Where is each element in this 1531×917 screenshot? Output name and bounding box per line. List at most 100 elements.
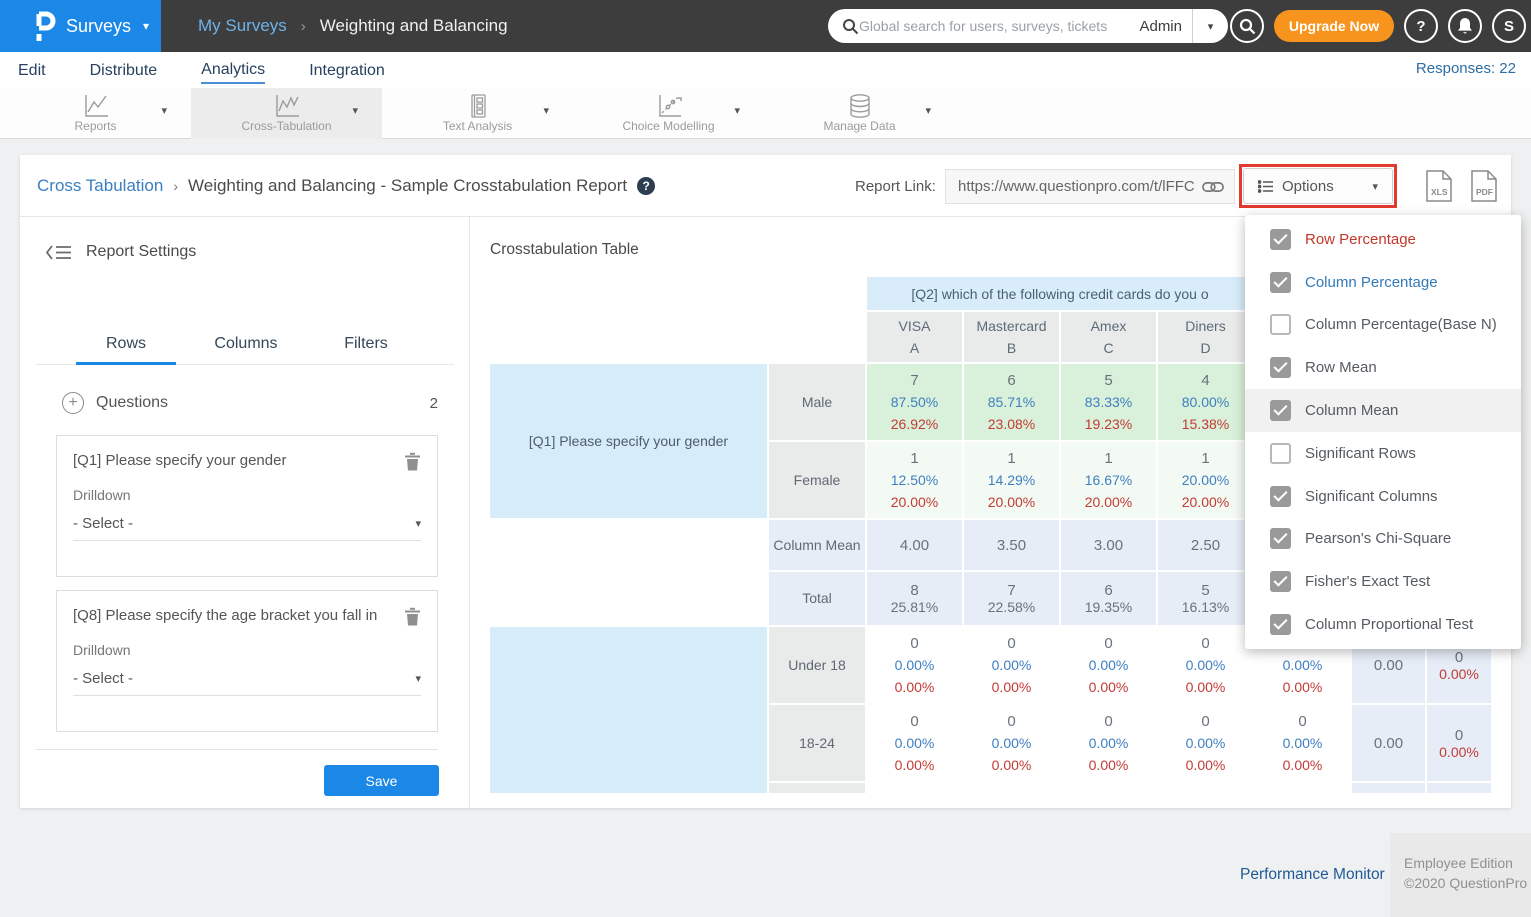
checkbox-checked-icon[interactable] — [1270, 486, 1291, 507]
upgrade-now-button[interactable]: Upgrade Now — [1274, 10, 1394, 42]
avatar[interactable]: S — [1492, 9, 1526, 43]
row-label: Male — [769, 364, 865, 440]
export-xls-button[interactable]: XLS — [1425, 170, 1453, 202]
add-question-button[interactable]: + — [62, 392, 84, 414]
report-settings-title: Report Settings — [86, 243, 196, 261]
report-url[interactable]: https://www.questionpro.com/t/lFFCZg — [958, 178, 1194, 195]
delete-question-icon[interactable] — [404, 607, 421, 626]
checkbox-checked-icon[interactable] — [1270, 571, 1291, 592]
toolbar-item-manage-data[interactable]: ▾ Manage Data — [764, 88, 955, 139]
save-button[interactable]: Save — [324, 765, 439, 796]
svg-text:XLS: XLS — [1431, 187, 1448, 197]
trend-chart-icon — [655, 93, 683, 119]
options-dropdown-menu: Row Percentage Column Percentage Column … — [1245, 215, 1521, 649]
export-pdf-button[interactable]: PDF — [1470, 170, 1498, 202]
checkbox-checked-icon[interactable] — [1270, 357, 1291, 378]
checkbox-unchecked-icon[interactable] — [1270, 314, 1291, 335]
performance-monitor-link[interactable]: Performance Monitor — [1240, 866, 1385, 884]
copyright-label: ©2020 QuestionPro — [1404, 873, 1531, 893]
product-label: Surveys — [66, 16, 131, 37]
option-column-mean[interactable]: Column Mean — [1245, 389, 1521, 432]
breadcrumb-current-survey: Weighting and Balancing — [320, 16, 508, 36]
option-column-percentage[interactable]: Column Percentage — [1245, 261, 1521, 304]
question-title: [Q8] Please specify the age bracket you … — [73, 607, 404, 624]
drilldown-select[interactable]: - Select - ▾ — [73, 515, 421, 541]
checkbox-unchecked-icon[interactable] — [1270, 443, 1291, 464]
drilldown-label: Drilldown — [73, 487, 421, 503]
column-header-visa: VISAA — [867, 312, 962, 362]
search-submit-button[interactable] — [1230, 9, 1264, 43]
row-label: Under 18 — [769, 627, 865, 703]
checkbox-checked-icon[interactable] — [1270, 229, 1291, 250]
report-help-icon[interactable]: ? — [637, 177, 655, 195]
global-search-bar: Admin ▾ — [828, 9, 1228, 43]
caret-down-icon: ▾ — [415, 517, 421, 530]
option-column-percentage-base-n[interactable]: Column Percentage(Base N) — [1245, 304, 1521, 347]
options-label: Options — [1282, 178, 1334, 195]
help-button[interactable]: ? — [1404, 9, 1438, 43]
option-row-mean[interactable]: Row Mean — [1245, 346, 1521, 389]
caret-down-icon[interactable]: ▾ — [161, 104, 167, 117]
tab-rows[interactable]: Rows — [66, 335, 186, 365]
tab-columns[interactable]: Columns — [186, 335, 306, 365]
drilldown-select[interactable]: - Select - ▾ — [73, 670, 421, 696]
chevron-right-icon: › — [301, 18, 306, 35]
row-label: Female — [769, 442, 865, 518]
option-pearsons-chi-square[interactable]: Pearson's Chi-Square — [1245, 518, 1521, 561]
column-header-mastercard: MastercardB — [964, 312, 1059, 362]
line-chart-icon — [273, 93, 301, 119]
collapse-panel-icon[interactable] — [45, 244, 72, 261]
breadcrumb-my-surveys-link[interactable]: My Surveys — [198, 16, 287, 36]
caret-down-icon: ▾ — [1208, 20, 1214, 33]
report-title: Weighting and Balancing - Sample Crossta… — [188, 176, 627, 196]
search-scope-dropdown[interactable]: ▾ — [1192, 9, 1228, 43]
caret-down-icon[interactable]: ▾ — [352, 104, 358, 117]
settings-tabs: Rows Columns Filters — [66, 335, 426, 365]
edition-box: Employee Edition ©2020 QuestionPro — [1390, 833, 1531, 917]
document-grid-icon — [465, 93, 491, 119]
option-fishers-exact-test[interactable]: Fisher's Exact Test — [1245, 560, 1521, 603]
caret-down-icon: ▾ — [415, 672, 421, 685]
checkbox-checked-icon[interactable] — [1270, 528, 1291, 549]
checkbox-checked-icon[interactable] — [1270, 614, 1291, 635]
option-significant-columns[interactable]: Significant Columns — [1245, 475, 1521, 518]
report-settings-header: Report Settings — [45, 243, 196, 261]
chevron-right-icon: › — [173, 178, 178, 194]
search-scope-label[interactable]: Admin — [1129, 18, 1192, 35]
list-icon — [1258, 180, 1273, 193]
avatar-initial: S — [1504, 18, 1514, 35]
delete-question-icon[interactable] — [404, 452, 421, 471]
option-column-proportional-test[interactable]: Column Proportional Test — [1245, 603, 1521, 646]
product-switcher[interactable]: Surveys ▾ — [0, 0, 161, 52]
toolbar-item-text-analysis[interactable]: ▾ Text Analysis — [382, 88, 573, 139]
checkbox-checked-icon[interactable] — [1270, 272, 1291, 293]
tab-distribute[interactable]: Distribute — [90, 58, 158, 83]
global-search-input[interactable] — [859, 18, 1129, 34]
tab-analytics[interactable]: Analytics — [201, 57, 265, 84]
column-header-diners: DinersD — [1158, 312, 1253, 362]
caret-down-icon[interactable]: ▾ — [925, 104, 931, 117]
questions-label: Questions — [96, 394, 168, 412]
tab-filters[interactable]: Filters — [306, 335, 426, 365]
cross-tabulation-link[interactable]: Cross Tabulation — [37, 176, 163, 196]
options-button[interactable]: Options ▾ — [1243, 168, 1393, 204]
notifications-button[interactable] — [1448, 9, 1482, 43]
caret-down-icon[interactable]: ▾ — [543, 104, 549, 117]
help-icon: ? — [1416, 18, 1425, 35]
toolbar-item-choice-modelling[interactable]: ▾ Choice Modelling — [573, 88, 764, 139]
report-header: Cross Tabulation › Weighting and Balanci… — [20, 155, 1511, 217]
option-row-percentage[interactable]: Row Percentage — [1245, 218, 1521, 261]
database-icon — [847, 93, 873, 120]
toolbar-item-cross-tabulation[interactable]: ▾ Cross-Tabulation — [191, 88, 382, 139]
checkbox-checked-icon[interactable] — [1270, 400, 1291, 421]
toolbar-item-reports[interactable]: ▾ Reports — [0, 88, 191, 139]
report-settings-panel: Report Settings Rows Columns Filters + Q… — [20, 217, 470, 808]
drilldown-label: Drilldown — [73, 642, 421, 658]
tab-integration[interactable]: Integration — [309, 58, 385, 83]
responses-count[interactable]: Responses: 22 — [1416, 60, 1516, 77]
tab-edit[interactable]: Edit — [18, 58, 46, 83]
option-significant-rows[interactable]: Significant Rows — [1245, 432, 1521, 475]
link-icon[interactable] — [1202, 181, 1224, 193]
caret-down-icon[interactable]: ▾ — [734, 104, 740, 117]
questionpro-logo-icon — [34, 11, 56, 41]
